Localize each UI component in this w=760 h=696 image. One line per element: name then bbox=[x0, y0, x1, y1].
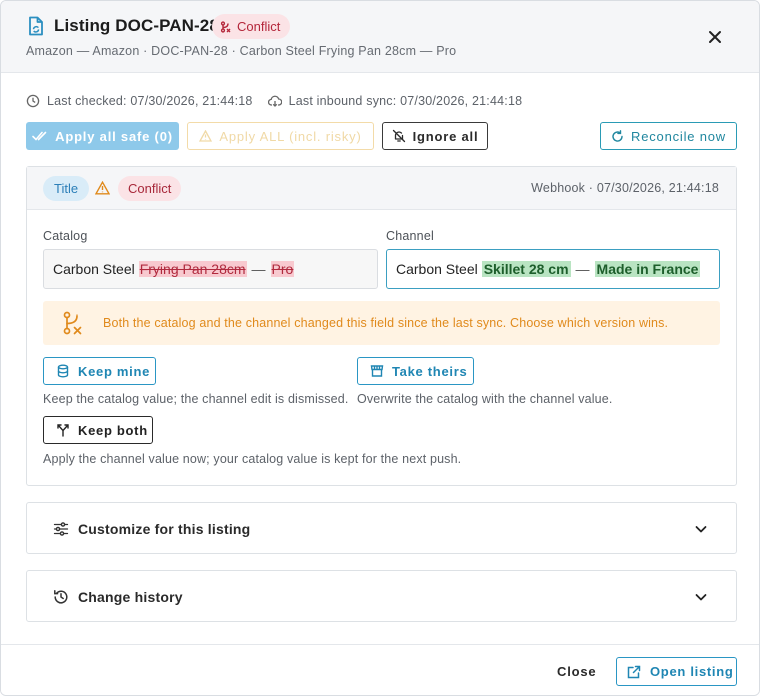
ignore-all-label: Ignore all bbox=[412, 128, 479, 144]
conflict-tag: Conflict bbox=[118, 176, 182, 201]
apply-all-risky-label: Apply ALL (incl. risky) bbox=[219, 128, 362, 144]
document-sync-icon bbox=[29, 16, 43, 36]
chevron-down-icon[interactable] bbox=[694, 522, 708, 536]
change-history-title: Change history bbox=[78, 589, 183, 605]
clock-icon bbox=[26, 94, 40, 108]
catalog-label: Catalog bbox=[43, 229, 88, 243]
conflict-warning: Both the catalog and the channel changed… bbox=[43, 301, 720, 345]
channel-added-text: Made in France bbox=[594, 261, 701, 277]
catalog-removed-text: Pro bbox=[270, 261, 295, 277]
customize-listing-title: Customize for this listing bbox=[78, 521, 251, 537]
apply-all-safe-button[interactable]: Apply all safe (0) bbox=[26, 122, 179, 150]
catalog-removed-text: Frying Pan 28cm bbox=[138, 261, 247, 277]
merge-conflict-icon bbox=[63, 311, 82, 335]
conflict-source: Webhook · 07/30/2026, 21:44:18 bbox=[531, 181, 719, 195]
channel-common-text: Carbon Steel bbox=[396, 261, 478, 277]
field-tag: Title bbox=[43, 176, 90, 201]
storefront-icon bbox=[370, 365, 384, 377]
listing-subtitle: Amazon — Amazon · DOC-PAN-28 · Carbon St… bbox=[26, 44, 457, 58]
status-badge: Conflict bbox=[212, 14, 291, 39]
last-inbound-sync: Last inbound sync: 07/30/2026, 21:44:18 bbox=[288, 94, 523, 108]
bell-off-icon bbox=[392, 129, 405, 143]
cloud-download-icon bbox=[267, 95, 282, 107]
warning-icon bbox=[95, 181, 110, 195]
catalog-common-text: Carbon Steel bbox=[53, 261, 135, 277]
catalog-dash: — bbox=[251, 261, 266, 277]
status-badge-label: Conflict bbox=[237, 19, 281, 34]
listing-conflict-dialog: Listing DOC-PAN-28 Conflict Amazon — Ama… bbox=[0, 0, 760, 696]
channel-label: Channel bbox=[386, 229, 434, 243]
page-title: Listing DOC-PAN-28 bbox=[54, 16, 219, 35]
conflict-warning-text: Both the catalog and the channel changed… bbox=[103, 316, 669, 330]
keep-mine-label: Keep mine bbox=[78, 363, 151, 379]
dialog-footer: Close Open listing bbox=[1, 644, 759, 695]
reconcile-now-button[interactable]: Reconcile now bbox=[600, 122, 737, 150]
keep-both-hint: Apply the channel value now; your catalo… bbox=[43, 452, 462, 466]
apply-all-safe-label: Apply all safe (0) bbox=[55, 128, 173, 144]
customize-listing-accordion[interactable]: Customize for this listing bbox=[26, 502, 737, 554]
close-icon[interactable] bbox=[707, 29, 723, 45]
take-theirs-hint: Overwrite the catalog with the channel v… bbox=[357, 392, 613, 406]
database-icon bbox=[57, 364, 69, 378]
channel-added-text: Skillet 28 cm bbox=[481, 261, 571, 277]
take-theirs-label: Take theirs bbox=[392, 363, 468, 379]
warning-icon bbox=[199, 130, 213, 142]
change-history-accordion[interactable]: Change history bbox=[26, 570, 737, 622]
history-icon bbox=[54, 590, 68, 604]
ignore-all-button[interactable]: Ignore all bbox=[382, 122, 488, 150]
catalog-value: Carbon Steel Frying Pan 28cm — Pro bbox=[43, 249, 378, 289]
reconcile-now-label: Reconcile now bbox=[631, 128, 726, 144]
merge-conflict-icon bbox=[220, 20, 231, 33]
keep-mine-hint: Keep the catalog value; the channel edit… bbox=[43, 392, 349, 406]
field-conflict-card: Title Conflict Webhook · 07/30/2026, 21:… bbox=[26, 166, 737, 486]
chevron-down-icon[interactable] bbox=[694, 590, 708, 604]
double-check-icon bbox=[32, 131, 47, 141]
keep-mine-button[interactable]: Keep mine bbox=[43, 357, 156, 385]
open-listing-button[interactable]: Open listing bbox=[616, 657, 737, 686]
fork-icon bbox=[57, 424, 69, 437]
channel-value: Carbon Steel Skillet 28 cm — Made in Fra… bbox=[386, 249, 720, 289]
conflict-card-header: Title Conflict Webhook · 07/30/2026, 21:… bbox=[27, 167, 736, 210]
dialog-header: Listing DOC-PAN-28 Conflict Amazon — Ama… bbox=[1, 1, 759, 73]
last-checked: Last checked: 07/30/2026, 21:44:18 bbox=[47, 94, 253, 108]
channel-dash: — bbox=[575, 261, 590, 277]
close-button[interactable]: Close bbox=[557, 664, 596, 679]
sync-meta: Last checked: 07/30/2026, 21:44:18 Last … bbox=[26, 93, 522, 109]
sliders-icon bbox=[53, 522, 69, 536]
apply-all-risky-button[interactable]: Apply ALL (incl. risky) bbox=[187, 122, 374, 150]
open-listing-label: Open listing bbox=[650, 664, 734, 679]
external-link-icon bbox=[627, 665, 641, 678]
refresh-icon bbox=[612, 129, 623, 142]
take-theirs-button[interactable]: Take theirs bbox=[357, 357, 474, 385]
keep-both-button[interactable]: Keep both bbox=[43, 416, 153, 444]
keep-both-label: Keep both bbox=[78, 422, 148, 438]
